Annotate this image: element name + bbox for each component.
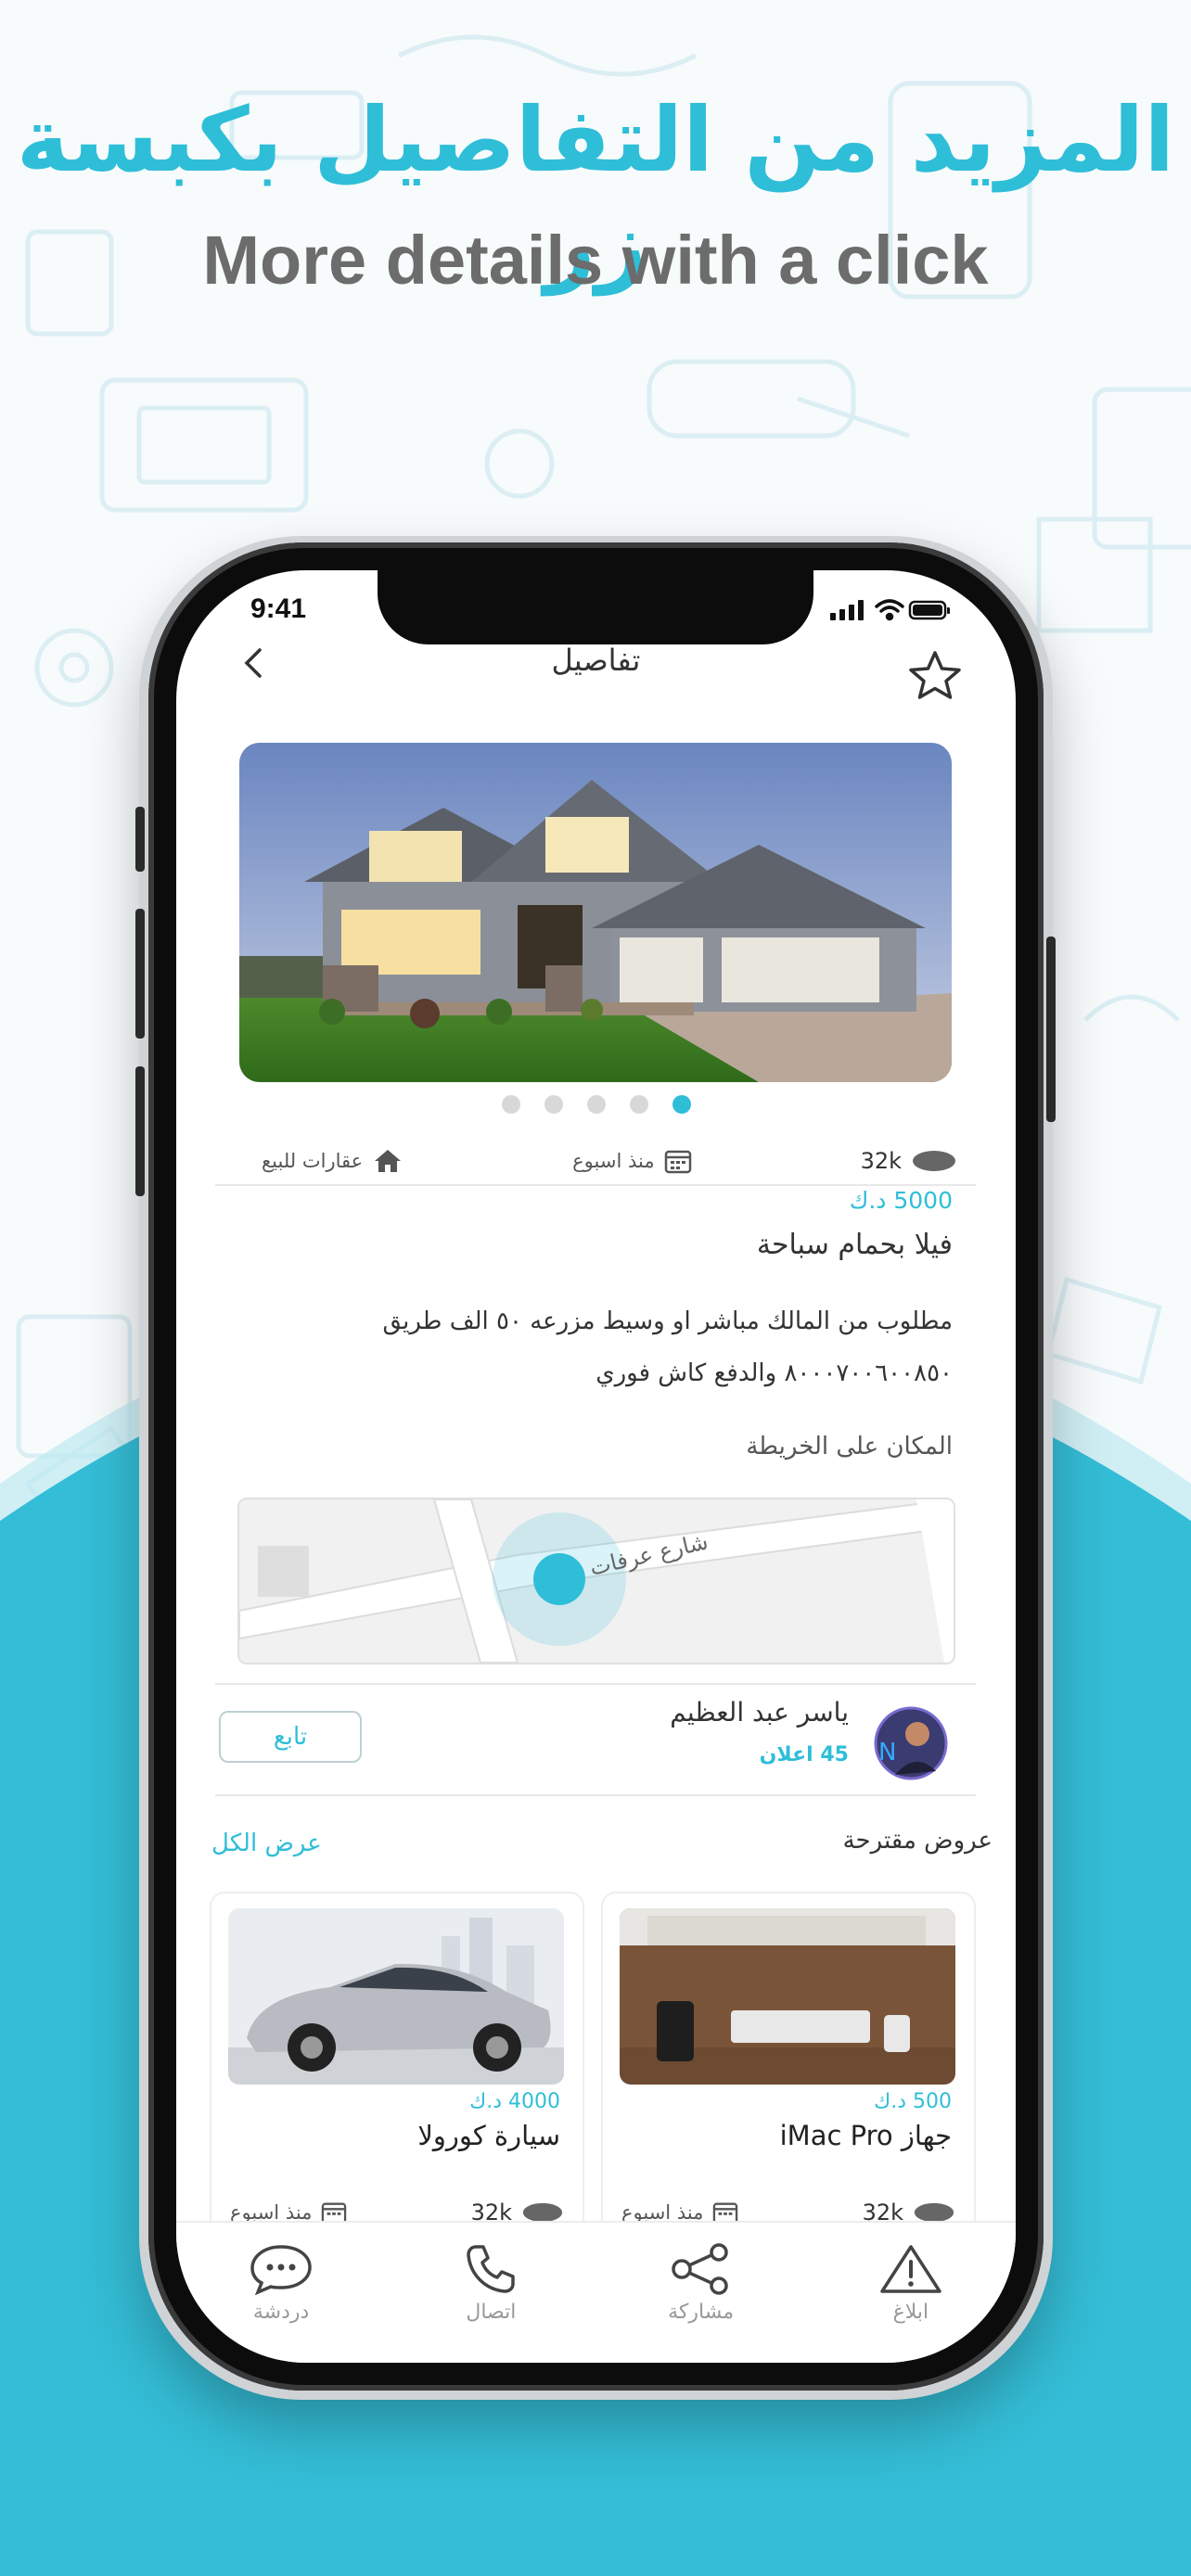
suggestion-price: 4000 د.ك bbox=[469, 2090, 560, 2113]
calendar-icon bbox=[664, 1150, 691, 1174]
posted-label: منذ اسبوع bbox=[572, 1150, 655, 1172]
image-pagination[interactable] bbox=[176, 1095, 1016, 1114]
chat-button[interactable]: دردشة bbox=[207, 2243, 355, 2324]
battery-icon bbox=[908, 600, 950, 620]
views-count: 32k bbox=[860, 1148, 902, 1174]
divider bbox=[215, 1683, 976, 1685]
wifi-icon bbox=[875, 599, 904, 621]
suggestion-card[interactable]: 4000 د.ك سيارة كورولا منذ اسبوع 32k bbox=[210, 1892, 584, 2248]
power-button bbox=[1046, 937, 1056, 1122]
share-icon bbox=[671, 2243, 728, 2295]
pagination-dot[interactable] bbox=[501, 1095, 520, 1114]
pagination-dot[interactable] bbox=[544, 1095, 563, 1114]
share-button[interactable]: مشاركة bbox=[627, 2243, 775, 2324]
suggestion-image bbox=[620, 1908, 955, 2085]
description-line: ٨٠٠٠٧٠٠٦٠٠٨٥٠ والدفع كاش فوري bbox=[596, 1359, 953, 1387]
listing-description: مطلوب من المالك مباشر او وسيط مزرعه ٥٠ ا… bbox=[248, 1295, 953, 1399]
phone-screen: 9:41 تفاصيل عقارات للبيع منذ اسبوع 32k 5… bbox=[176, 570, 1016, 2363]
pagination-dot[interactable] bbox=[629, 1095, 648, 1114]
map-pin-icon bbox=[533, 1553, 585, 1605]
category-item[interactable]: عقارات للبيع bbox=[262, 1148, 403, 1174]
status-icons bbox=[830, 598, 951, 626]
description-line: مطلوب من المالك مباشر او وسيط مزرعه ٥٠ ا… bbox=[382, 1307, 953, 1335]
suggestions-title: عروض مقترحة bbox=[842, 1827, 992, 1855]
warning-icon bbox=[880, 2245, 941, 2293]
chat-label: دردشة bbox=[252, 2301, 310, 2324]
headline-english: More details with a click bbox=[202, 222, 989, 299]
map-label: المكان على الخريطة bbox=[746, 1433, 953, 1460]
share-label: مشاركة bbox=[668, 2301, 735, 2324]
call-label: اتصال bbox=[466, 2301, 517, 2324]
report-button[interactable]: ابلاغ bbox=[837, 2243, 985, 2324]
star-icon bbox=[909, 651, 961, 699]
location-map[interactable]: شارع عرفات bbox=[237, 1498, 955, 1664]
signal-icon bbox=[830, 600, 864, 620]
svg-text:N: N bbox=[878, 1739, 896, 1766]
listing-title: فيلا بحمام سباحة bbox=[756, 1229, 953, 1261]
posted-item: منذ اسبوع bbox=[572, 1148, 691, 1174]
status-time: 9:41 bbox=[250, 593, 307, 624]
eye-icon bbox=[913, 1151, 955, 1171]
phone-notch bbox=[378, 570, 813, 644]
view-all-link[interactable]: عرض الكل bbox=[211, 1830, 322, 1857]
divider bbox=[215, 1794, 976, 1796]
pagination-dot[interactable] bbox=[586, 1095, 606, 1114]
views-item: 32k bbox=[861, 1148, 957, 1174]
follow-button[interactable]: تابع bbox=[219, 1711, 362, 1763]
phone-icon bbox=[467, 2245, 516, 2293]
chat-bubble-icon bbox=[250, 2245, 312, 2295]
page-title: تفاصيل bbox=[551, 643, 641, 678]
divider bbox=[215, 1184, 976, 1186]
bottom-action-bar: دردشة اتصال مشاركة ابلاغ bbox=[176, 2221, 1016, 2363]
suggestion-price: 500 د.ك bbox=[874, 2090, 952, 2113]
seller-ads-count: 45 اعلان bbox=[759, 1743, 849, 1766]
favorite-button[interactable] bbox=[905, 649, 965, 705]
suggestion-title: سيارة كورولا bbox=[417, 2120, 560, 2151]
avatar[interactable]: N bbox=[860, 1706, 953, 1780]
listing-image[interactable] bbox=[239, 743, 952, 1082]
suggestion-title: جهاز iMac Pro bbox=[779, 2120, 952, 2151]
pagination-dot-active[interactable] bbox=[672, 1095, 691, 1114]
call-button[interactable]: اتصال bbox=[416, 2243, 565, 2324]
suggestion-image bbox=[228, 1908, 564, 2085]
listing-meta: عقارات للبيع منذ اسبوع 32k bbox=[215, 1138, 976, 1184]
silent-switch bbox=[135, 807, 145, 872]
suggestion-card[interactable]: 500 د.ك جهاز iMac Pro منذ اسبوع 32k bbox=[601, 1892, 976, 2248]
listing-price: 5000 د.ك bbox=[849, 1187, 953, 1214]
report-label: ابلاغ bbox=[892, 2301, 929, 2324]
home-icon bbox=[375, 1150, 402, 1172]
volume-up-button bbox=[135, 909, 145, 1039]
volume-down-button bbox=[135, 1066, 145, 1196]
category-label: عقارات للبيع bbox=[262, 1150, 364, 1172]
seller-name[interactable]: ياسر عبد العظيم bbox=[670, 1697, 849, 1728]
